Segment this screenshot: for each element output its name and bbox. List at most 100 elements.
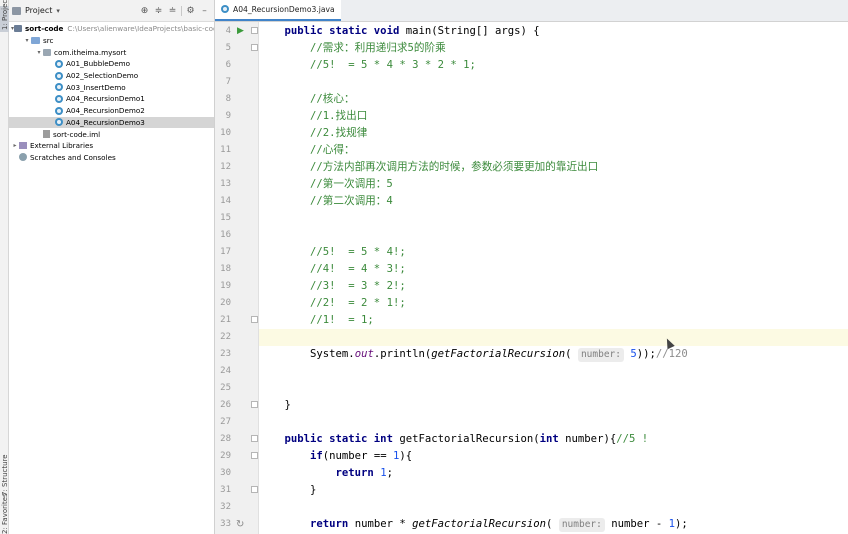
line-number: 32 (220, 501, 231, 512)
tree-item-a04-recursiondemo1[interactable]: A04_RecursionDemo1 (9, 93, 214, 105)
fold-marker-icon[interactable] (251, 401, 258, 408)
class-icon (55, 71, 63, 80)
tree-item-label: A01_BubbleDemo (66, 59, 131, 69)
chevron-down-icon[interactable]: ▾ (56, 7, 60, 15)
tree-item-scratches-and-consoles[interactable]: Scratches and Consoles (9, 152, 214, 164)
project-panel-header: Project ▾ ⊕ ≑ ≐ ⚙ – (9, 0, 214, 22)
line-number: 19 (220, 280, 231, 291)
tree-item-label: com.itheima.mysort (54, 47, 127, 57)
line-number: 8 (225, 93, 231, 104)
tree-item-src[interactable]: ▾ src (9, 35, 214, 47)
line-number: 21 (220, 314, 231, 325)
line-number: 10 (220, 127, 231, 138)
code-line-19: //3! = 3 * 2!; (310, 279, 406, 292)
fold-marker-icon[interactable] (251, 452, 258, 459)
line-number: 27 (220, 416, 231, 427)
expand-all-icon[interactable]: ≑ (153, 5, 164, 16)
project-view-selector[interactable]: Project (25, 6, 52, 15)
gear-icon[interactable]: ⚙ (185, 5, 196, 16)
fold-marker-icon[interactable] (251, 486, 258, 493)
editor-tab-a04-recursiondemo3[interactable]: A04_RecursionDemo3.java (215, 0, 341, 21)
code-line-22-current (259, 328, 848, 346)
code-line-23: System.out.println(getFactorialRecursion… (310, 347, 688, 362)
line-number: 33 (220, 518, 231, 529)
line-number: 20 (220, 297, 231, 308)
library-icon (19, 142, 27, 150)
project-tool-tab[interactable]: 1: Project (0, 0, 9, 32)
project-tree: ▾ sort-code C:\Users\alienware\IdeaProject… (9, 22, 214, 163)
structure-tool-tab[interactable]: 7: Structure (0, 454, 9, 498)
class-icon (55, 94, 63, 103)
code-line-4: public static void main(String[] args) { (284, 24, 540, 37)
tree-item-a01-bubbledemo[interactable]: A01_BubbleDemo (9, 58, 214, 70)
fold-marker-icon[interactable] (251, 27, 258, 34)
code-line-6: //5! = 5 * 4 * 3 * 2 * 1; (310, 58, 476, 71)
favorites-tool-tab-label: 2: Favorites (1, 493, 9, 534)
fold-marker-icon[interactable] (251, 316, 258, 323)
tree-item-sort-code[interactable]: ▾ sort-code C:\Users\alienware\IdeaProject… (9, 23, 214, 35)
tree-item-sort-code-iml[interactable]: sort-code.iml (9, 128, 214, 140)
code-line-26: } (284, 398, 291, 411)
line-number: 9 (225, 110, 231, 121)
line-number: 16 (220, 229, 231, 240)
line-number: 25 (220, 382, 231, 393)
tree-item-label: A04_RecursionDemo1 (66, 94, 145, 104)
chevron-down-icon[interactable]: ▾ (35, 49, 43, 56)
package-icon (43, 48, 51, 56)
line-number: 5 (225, 42, 231, 53)
tree-item-a03-insertdemo[interactable]: A03_InsertDemo (9, 81, 214, 93)
tree-item-a04-recursiondemo2[interactable]: A04_RecursionDemo2 (9, 105, 214, 117)
collapse-all-icon[interactable]: ≐ (167, 5, 178, 16)
structure-tool-tab-label: 7: Structure (1, 454, 9, 496)
tree-item-label: A04_RecursionDemo2 (66, 106, 145, 116)
line-number: 30 (220, 467, 231, 478)
chevron-right-icon[interactable]: ▸ (11, 142, 19, 149)
module-icon (14, 25, 23, 33)
line-number: 11 (220, 144, 231, 155)
code-line-10: //2.找规律 (310, 126, 368, 139)
code-area[interactable]: public static void main(String[] args) {… (259, 22, 848, 534)
fold-marker-icon[interactable] (251, 44, 258, 51)
parameter-hint: number: (558, 517, 605, 532)
line-number: 26 (220, 399, 231, 410)
code-line-21: //1! = 1; (310, 313, 374, 326)
tree-item-a02-selectiondemo[interactable]: A02_SelectionDemo (9, 70, 214, 82)
code-line-28: public static int getFactorialRecursion(… (284, 432, 649, 445)
code-line-30: return 1; (335, 466, 393, 479)
code-line-33: return number * getFactorialRecursion( n… (310, 517, 688, 532)
project-panel-toolbar: ⊕ ≑ ≐ ⚙ – (139, 5, 214, 16)
tree-item-external-libraries[interactable]: ▸ External Libraries (9, 140, 214, 152)
locate-file-icon[interactable]: ⊕ (139, 5, 150, 16)
run-icon[interactable]: ▶ (237, 23, 247, 40)
tree-item-label: A03_InsertDemo (66, 82, 126, 92)
project-view-icon (12, 6, 21, 15)
chevron-down-icon[interactable]: ▾ (23, 37, 31, 44)
line-number: 22 (220, 331, 231, 342)
fold-marker-icon[interactable] (251, 435, 258, 442)
project-tool-tab-label: 1: Project (1, 0, 9, 30)
code-line-11: //心得： (310, 143, 355, 156)
code-line-20: //2! = 2 * 1!; (310, 296, 406, 309)
code-line-8: //核心： (310, 92, 355, 105)
line-number: 12 (220, 161, 231, 172)
line-number: 28 (220, 433, 231, 444)
line-number: 4 (225, 25, 231, 36)
code-line-31: } (310, 483, 317, 496)
line-number: 17 (220, 246, 231, 257)
code-line-14: //第二次调用：4 (310, 194, 393, 207)
hide-panel-icon[interactable]: – (199, 5, 210, 16)
class-icon (55, 106, 63, 115)
tree-item-com-itheima-mysort[interactable]: ▾ com.itheima.mysort (9, 46, 214, 58)
scratch-icon (19, 153, 27, 162)
tree-item-label: sort-code.iml (53, 129, 101, 139)
favorites-tool-tab[interactable]: 2: Favorites (0, 493, 9, 534)
iml-file-icon (43, 130, 50, 139)
tree-item-label: Scratches and Consoles (30, 152, 116, 162)
code-line-29: if(number == 1){ (310, 449, 413, 462)
tree-item-a04-recursiondemo3[interactable]: A04_RecursionDemo3 (9, 116, 214, 129)
project-panel: Project ▾ ⊕ ≑ ≐ ⚙ – ▾ sort-code C:\Users\a… (9, 0, 215, 534)
